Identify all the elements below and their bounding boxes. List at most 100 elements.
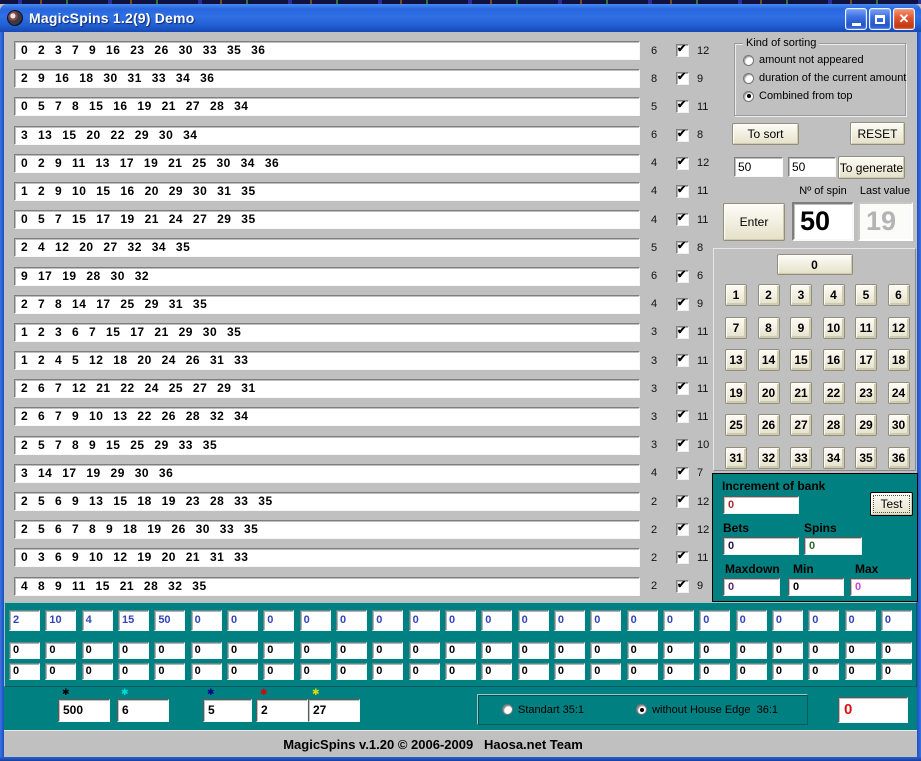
parameter-input[interactable]: 6 [117,699,169,722]
payout-option-no-house-edge[interactable]: without House Edge 36:1 [636,704,778,716]
sequence-field[interactable]: 4 8 9 11 15 21 28 32 35 [14,577,640,596]
row-checkbox[interactable]: ✔ [676,241,689,254]
bet-cell[interactable]: 0 [481,663,512,680]
bet-cell[interactable]: 0 [518,642,549,659]
bet-cell[interactable]: 0 [227,642,258,659]
bet-cell[interactable]: 0 [736,642,767,659]
bet-cell[interactable]: 0 [227,663,258,680]
number-button[interactable]: 35 [855,447,877,469]
bet-cell[interactable]: 0 [554,610,585,631]
enter-button[interactable]: Enter [723,203,785,241]
bet-cell[interactable]: 0 [372,610,403,631]
number-button[interactable]: 29 [855,414,877,436]
radio-icon[interactable] [743,91,754,102]
row-checkbox[interactable]: ✔ [676,439,689,452]
sequence-field[interactable]: 2 5 6 9 13 15 18 19 23 28 33 35 [14,492,640,511]
sequence-field[interactable]: 0 2 9 11 13 17 19 21 25 30 34 36 [14,154,640,173]
bet-cell[interactable]: 0 [590,663,621,680]
sequence-field[interactable]: 0 5 7 8 15 16 19 21 27 28 34 [14,97,640,116]
bet-cell[interactable]: 0 [118,663,149,680]
max-value-field[interactable]: 0 [850,578,911,596]
sequence-field[interactable]: 2 5 7 8 9 15 25 29 33 35 [14,436,640,455]
bet-cell[interactable]: 0 [590,642,621,659]
row-checkbox[interactable]: ✔ [676,467,689,480]
number-button[interactable]: 5 [855,284,877,306]
number-button-0[interactable]: 0 [777,254,853,275]
sequence-field[interactable]: 2 5 6 7 8 9 18 19 26 30 33 35 [14,520,640,539]
bet-cell[interactable]: 0 [663,642,694,659]
bet-cell[interactable]: 0 [82,663,113,680]
bet-cell[interactable]: 0 [845,663,876,680]
bet-cell[interactable]: 0 [227,610,258,631]
sequence-field[interactable]: 0 3 6 9 10 12 19 20 21 31 33 [14,548,640,567]
increment-value-field[interactable]: 0 [723,496,799,514]
bet-cell[interactable]: 0 [881,642,912,659]
bet-cell[interactable]: 0 [191,610,222,631]
bet-cell[interactable]: 0 [518,663,549,680]
radio-icon[interactable] [743,55,754,66]
n-of-spin-value[interactable]: 50 [792,202,854,241]
bet-cell[interactable]: 0 [445,663,476,680]
number-button[interactable]: 27 [790,414,812,436]
bet-cell[interactable]: 10 [45,610,76,631]
number-button[interactable]: 23 [855,382,877,404]
number-button[interactable]: 8 [758,317,780,339]
bet-cell[interactable]: 0 [772,610,803,631]
parameter-input[interactable]: 2 [256,699,308,722]
row-checkbox[interactable]: ✔ [676,270,689,283]
row-checkbox[interactable]: ✔ [676,129,689,142]
number-button[interactable]: 28 [823,414,845,436]
bet-cell[interactable]: 0 [300,663,331,680]
bet-cell[interactable]: 0 [263,663,294,680]
row-checkbox[interactable]: ✔ [676,44,689,57]
bet-cell[interactable]: 50 [154,610,185,631]
bet-cell[interactable]: 0 [9,663,40,680]
bet-cell[interactable]: 0 [699,642,730,659]
bet-cell[interactable]: 0 [518,610,549,631]
bet-cell[interactable]: 0 [263,642,294,659]
bet-cell[interactable]: 0 [372,642,403,659]
number-button[interactable]: 36 [888,447,910,469]
bet-cell[interactable]: 0 [627,642,658,659]
row-checkbox[interactable]: ✔ [676,298,689,311]
bet-cell[interactable]: 0 [481,610,512,631]
sequence-field[interactable]: 2 6 7 12 21 22 24 25 27 29 31 [14,379,640,398]
bet-cell[interactable]: 4 [82,610,113,631]
number-button[interactable]: 31 [725,447,747,469]
bet-cell[interactable]: 0 [481,642,512,659]
bet-cell[interactable]: 0 [409,610,440,631]
number-button[interactable]: 12 [888,317,910,339]
sorting-option[interactable]: amount not appeared [743,54,905,66]
number-button[interactable]: 2 [758,284,780,306]
maxdown-value-field[interactable]: 0 [723,578,780,596]
number-button[interactable]: 20 [758,382,780,404]
generate-count-input-2[interactable]: 50 [788,157,836,177]
number-button[interactable]: 10 [823,317,845,339]
bets-value-field[interactable]: 0 [723,537,799,555]
parameter-input[interactable]: 500 [58,699,110,722]
sequence-field[interactable]: 1 2 4 5 12 18 20 24 26 31 33 [14,351,640,370]
bet-cell[interactable]: 0 [590,610,621,631]
row-checkbox[interactable]: ✔ [676,213,689,226]
number-button[interactable]: 34 [823,447,845,469]
bet-cell[interactable]: 0 [554,663,585,680]
number-button[interactable]: 13 [725,349,747,371]
bet-cell[interactable]: 0 [300,642,331,659]
sequence-field[interactable]: 2 7 8 14 17 25 29 31 35 [14,295,640,314]
payout-option-standart[interactable]: Standart 35:1 [502,704,584,716]
bet-cell[interactable]: 0 [263,610,294,631]
bet-cell[interactable]: 0 [372,663,403,680]
bet-cell[interactable]: 0 [663,610,694,631]
number-button[interactable]: 24 [888,382,910,404]
title-bar[interactable]: MagicSpins 1.2(9) Demo ✕ [0,4,921,32]
min-value-field[interactable]: 0 [788,578,844,596]
bet-cell[interactable]: 0 [627,610,658,631]
to-sort-button[interactable]: To sort [732,123,799,145]
sequence-field[interactable]: 2 6 7 9 10 13 22 26 28 32 34 [14,407,640,426]
number-button[interactable]: 30 [888,414,910,436]
bet-cell[interactable]: 0 [881,663,912,680]
bet-cell[interactable]: 0 [881,610,912,631]
bet-cell[interactable]: 0 [118,642,149,659]
bet-cell[interactable]: 0 [699,663,730,680]
bet-cell[interactable]: 0 [9,642,40,659]
